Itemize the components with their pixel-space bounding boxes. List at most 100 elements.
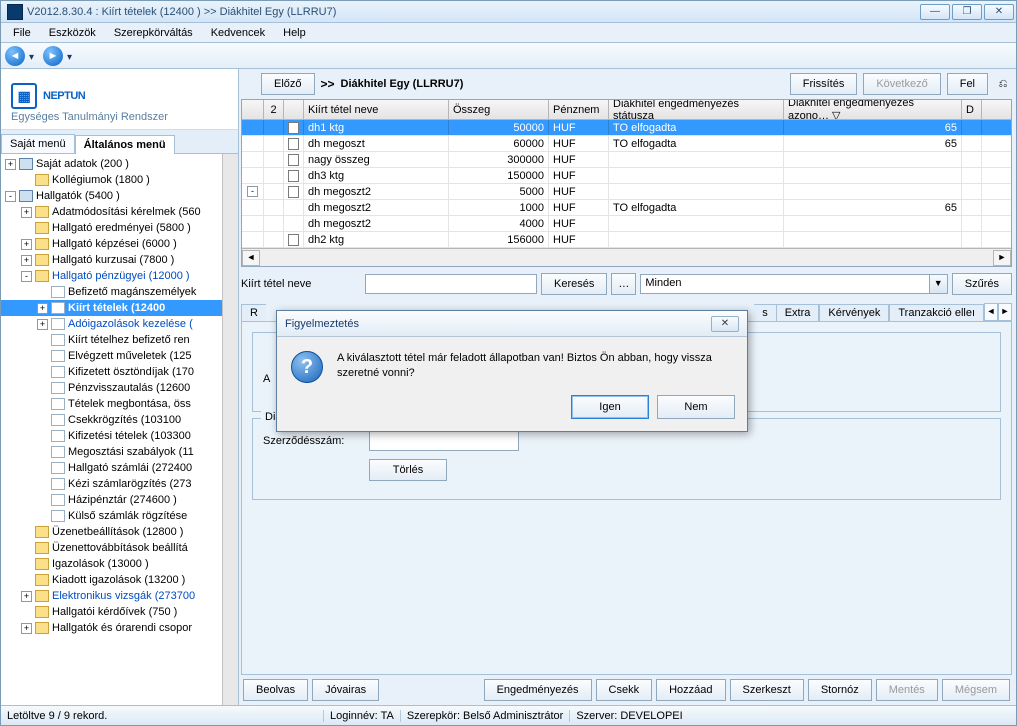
tree-item[interactable]: Megosztási szabályok (11 <box>1 444 238 460</box>
detail-tab-scroll-left[interactable]: ◄ <box>984 303 998 321</box>
minimize-button[interactable]: — <box>920 4 950 20</box>
hscroll-right[interactable]: ► <box>993 250 1011 266</box>
search-button[interactable]: Keresés <box>541 273 607 295</box>
table-row[interactable]: dh3 ktg150000HUF <box>242 168 1011 184</box>
navigation-tree[interactable]: +Saját adatok (200 )Kollégiumok (1800 )-… <box>1 154 238 705</box>
tree-expander[interactable]: + <box>21 207 32 218</box>
tree-item[interactable]: Kiadott igazolások (13200 ) <box>1 572 238 588</box>
col-amount[interactable]: Összeg <box>449 100 549 119</box>
tree-expander[interactable]: + <box>21 239 32 250</box>
col-index[interactable]: 2 <box>264 100 284 119</box>
tree-item[interactable]: +Hallgató képzései (6000 ) <box>1 236 238 252</box>
tree-item[interactable]: +Elektronikus vizsgák (273700 <box>1 588 238 604</box>
tree-expander[interactable]: + <box>37 303 48 314</box>
tree-item[interactable]: Kifizetési tételek (103300 <box>1 428 238 444</box>
search-input[interactable] <box>365 274 537 294</box>
tree-expander[interactable]: + <box>37 319 48 330</box>
tree-item[interactable]: +Kiírt tételek (12400 <box>1 300 238 316</box>
megsem-button[interactable]: Mégsem <box>942 679 1010 701</box>
prev-button[interactable]: Előző <box>261 73 315 95</box>
tree-item[interactable]: -Hallgató pénzügyei (12000 ) <box>1 268 238 284</box>
szerkeszt-button[interactable]: Szerkeszt <box>730 679 804 701</box>
hscroll-left[interactable]: ◄ <box>242 250 260 266</box>
up-button[interactable]: Fel <box>947 73 988 95</box>
tab-altalanos-menu[interactable]: Általános menü <box>75 135 175 154</box>
menu-eszkozok[interactable]: Eszközök <box>41 25 104 41</box>
maximize-button[interactable]: ❐ <box>952 4 982 20</box>
hozzaad-button[interactable]: Hozzáad <box>656 679 725 701</box>
col-expander[interactable] <box>242 100 264 119</box>
csekk-button[interactable]: Csekk <box>596 679 653 701</box>
filter-button[interactable]: Szűrés <box>952 273 1012 295</box>
col-currency[interactable]: Pénznem <box>549 100 609 119</box>
tree-item[interactable]: Hallgató eredményei (5800 ) <box>1 220 238 236</box>
detail-tab-extra[interactable]: Extra <box>776 304 820 321</box>
torles-button[interactable]: Törlés <box>369 459 447 481</box>
stornoz-button[interactable]: Stornóz <box>808 679 872 701</box>
table-row[interactable]: nagy összeg300000HUF <box>242 152 1011 168</box>
tree-item[interactable]: Kollégiumok (1800 ) <box>1 172 238 188</box>
dialog-no-button[interactable]: Nem <box>657 395 735 419</box>
menu-kedvencek[interactable]: Kedvencek <box>203 25 273 41</box>
pin-icon[interactable]: ⎌ <box>994 75 1012 93</box>
tree-item[interactable]: +Adóigazolások kezelése ( <box>1 316 238 332</box>
col-checkbox[interactable] <box>284 100 304 119</box>
data-grid[interactable]: 2 Kiírt tétel neve Összeg Pénznem Diákhi… <box>241 99 1012 267</box>
tree-item[interactable]: +Hallgató kurzusai (7800 ) <box>1 252 238 268</box>
table-row[interactable]: dh megoszt24000HUF <box>242 216 1011 232</box>
tree-item[interactable]: +Saját adatok (200 ) <box>1 156 238 172</box>
table-row[interactable]: dh megoszt60000HUFTO elfogadta65 <box>242 136 1011 152</box>
tree-expander[interactable]: + <box>21 623 32 634</box>
nav-fwd-button[interactable]: ► <box>43 46 63 66</box>
tree-item[interactable]: Kiírt tételhez befizető ren <box>1 332 238 348</box>
mentes-button[interactable]: Mentés <box>876 679 938 701</box>
tree-item[interactable]: Üzenetbeállítások (12800 ) <box>1 524 238 540</box>
tree-scrollbar[interactable] <box>222 154 238 705</box>
nav-back-dropdown[interactable] <box>29 51 39 61</box>
jovairas-button[interactable]: Jóvairas <box>312 679 379 701</box>
tree-expander[interactable]: + <box>21 255 32 266</box>
tree-item[interactable]: Házipénztár (274600 ) <box>1 492 238 508</box>
beolvas-button[interactable]: Beolvas <box>243 679 308 701</box>
tree-item[interactable]: Kifizetett ösztöndíjak (170 <box>1 364 238 380</box>
detail-tab-tranzakcio[interactable]: Tranzakció elleı <box>889 304 984 321</box>
tree-item[interactable]: Pénzvisszautalás (12600 <box>1 380 238 396</box>
refresh-button[interactable]: Frissítés <box>790 73 858 95</box>
filter-combo[interactable]: Minden ▼ <box>640 274 947 294</box>
table-row[interactable]: dh2 ktg156000HUF <box>242 232 1011 248</box>
search-more-button[interactable]: … <box>611 273 636 295</box>
row-checkbox[interactable] <box>288 154 299 166</box>
tree-item[interactable]: Csekkrögzítés (103100 <box>1 412 238 428</box>
dialog-yes-button[interactable]: Igen <box>571 395 649 419</box>
chevron-down-icon[interactable]: ▼ <box>929 275 947 293</box>
menu-file[interactable]: File <box>5 25 39 41</box>
tree-item[interactable]: Hallgató számlái (272400 <box>1 460 238 476</box>
detail-tab-kervenyek[interactable]: Kérvények <box>819 304 889 321</box>
tree-expander[interactable]: - <box>21 271 32 282</box>
col-d[interactable]: D <box>962 100 982 119</box>
tree-item[interactable]: -Hallgatók (5400 ) <box>1 188 238 204</box>
row-checkbox[interactable] <box>288 138 299 150</box>
tree-expander[interactable]: - <box>5 191 16 202</box>
close-button[interactable]: ✕ <box>984 4 1014 20</box>
grid-hscroll[interactable]: ◄ ► <box>242 248 1011 266</box>
tree-item[interactable]: Befizető magánszemélyek <box>1 284 238 300</box>
row-checkbox[interactable]: ✓ <box>288 122 299 134</box>
row-expander[interactable]: - <box>247 186 258 197</box>
tab-sajat-menu[interactable]: Saját menü <box>1 134 75 153</box>
col-name[interactable]: Kiírt tétel neve <box>304 100 449 119</box>
tree-item[interactable]: Igazolások (13000 ) <box>1 556 238 572</box>
tree-item[interactable]: +Adatmódosítási kérelmek (560 <box>1 204 238 220</box>
tree-item[interactable]: Üzenettovábbítások beállítá <box>1 540 238 556</box>
tree-item[interactable]: Elvégzett műveletek (125 <box>1 348 238 364</box>
table-row[interactable]: ✓dh1 ktg50000HUFTO elfogadta65 <box>242 120 1011 136</box>
szerzodesszam-input[interactable] <box>369 431 519 451</box>
nav-fwd-dropdown[interactable] <box>67 51 77 61</box>
tree-item[interactable]: Hallgatói kérdőívek (750 ) <box>1 604 238 620</box>
col-id2[interactable]: Diákhitel engedményezés azono… ▽ <box>784 100 962 119</box>
tree-item[interactable]: Külső számlák rögzítése <box>1 508 238 524</box>
tree-expander[interactable]: + <box>5 159 16 170</box>
dialog-close-button[interactable]: ✕ <box>711 316 739 332</box>
row-checkbox[interactable] <box>288 234 299 246</box>
detail-tab-gap[interactable]: s <box>754 304 776 321</box>
